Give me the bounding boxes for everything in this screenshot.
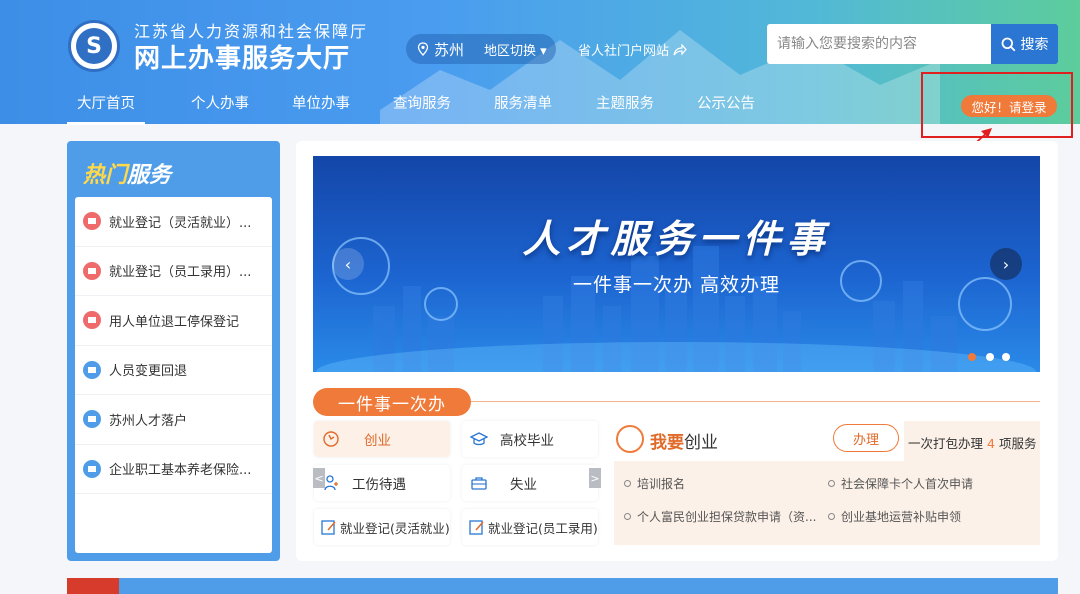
- search-icon: [1001, 37, 1015, 51]
- city-selector[interactable]: 苏州 地区切换 ▾: [406, 34, 556, 64]
- caret-down-icon: ▾: [540, 43, 547, 59]
- nav-unit[interactable]: 单位办事: [292, 92, 350, 113]
- search-input[interactable]: [767, 24, 991, 64]
- banner-carousel[interactable]: 人才服务一件事 一件事一次办 高效办理: [313, 156, 1040, 372]
- graduation-cap-icon: [470, 432, 488, 446]
- service-injury[interactable]: 工伤待遇: [314, 465, 450, 501]
- detail-item[interactable]: 创业基地运营补贴申领: [828, 508, 961, 525]
- handle-button[interactable]: 办理: [833, 424, 899, 452]
- document-icon: [83, 212, 101, 231]
- detail-item-label: 社会保障卡个人首次申请: [841, 477, 974, 491]
- hot-item[interactable]: 苏州人才落户: [75, 395, 272, 445]
- detail-item-label: 创业基地运营补贴申领: [841, 510, 962, 524]
- carousel-dot[interactable]: [1002, 353, 1010, 361]
- hot-services-title: 热门服务: [83, 157, 171, 189]
- hot-item[interactable]: 用人单位退工停保登记: [75, 296, 272, 346]
- nav-query[interactable]: 查询服务: [393, 92, 451, 113]
- hot-title-highlight: 热门: [83, 163, 128, 188]
- location-pin-icon: [417, 42, 429, 56]
- pack-count: 4: [987, 436, 995, 451]
- service-label: 失业: [510, 477, 537, 493]
- region-switch-label: 地区切换: [484, 43, 537, 59]
- portal-link-label: 省人社门户网站: [578, 44, 670, 59]
- service-employment-hire[interactable]: 就业登记(员工录用): [462, 509, 598, 545]
- service-graduate[interactable]: 高校毕业: [462, 421, 598, 457]
- detail-item[interactable]: 个人富民创业担保贷款申请（资...: [624, 508, 816, 525]
- detail-item-label: 个人富民创业担保贷款申请（资...: [637, 510, 817, 524]
- document-icon: [83, 410, 101, 429]
- briefcase-icon: [471, 477, 487, 490]
- startup-badge-icon: [616, 425, 644, 453]
- main-nav: 大厅首页 个人办事 单位办事 查询服务 服务清单 主题服务 公示公告: [0, 86, 900, 125]
- hot-item-label: 企业职工基本养老保险...: [109, 463, 252, 479]
- hot-title-rest: 服务: [127, 163, 172, 188]
- hot-item-label: 就业登记（灵活就业）...: [109, 215, 252, 231]
- service-label: 就业登记(灵活就业): [340, 520, 450, 536]
- document-icon: [83, 261, 101, 280]
- pack-text: 一次打包办理: [908, 436, 984, 451]
- detail-item-label: 培训报名: [637, 477, 686, 491]
- banner-title: 人才服务一件事: [522, 217, 831, 261]
- carousel-dot[interactable]: [968, 353, 976, 361]
- hot-item[interactable]: 就业登记（灵活就业）...: [75, 197, 272, 247]
- region-switch[interactable]: 地区切换 ▾: [484, 40, 547, 59]
- bottom-banner-accent: [67, 578, 119, 594]
- detail-item[interactable]: 培训报名: [624, 475, 685, 492]
- bottom-banner: [67, 578, 1058, 594]
- document-icon: [83, 360, 101, 379]
- service-label: 创业: [364, 433, 391, 449]
- logo-emblem: S: [76, 28, 112, 64]
- hot-item[interactable]: 就业登记（员工录用）...: [75, 247, 272, 296]
- hot-item-label: 用人单位退工停保登记: [109, 314, 240, 330]
- edit-form-icon: [469, 520, 484, 535]
- edit-form-icon: [321, 520, 336, 535]
- service-label: 高校毕业: [500, 433, 554, 449]
- scroll-right-button[interactable]: >: [589, 468, 601, 488]
- document-icon: [83, 311, 101, 330]
- hot-item[interactable]: 企业职工基本养老保险...: [75, 445, 272, 494]
- search-button-label: 搜索: [1020, 37, 1049, 53]
- nav-theme[interactable]: 主题服务: [596, 92, 654, 113]
- scroll-left-button[interactable]: <: [313, 468, 325, 488]
- current-city: 苏州: [434, 40, 465, 59]
- site-title: 网上办事服务大厅: [134, 44, 351, 74]
- detail-title-rest: 创业: [684, 433, 718, 453]
- detail-item[interactable]: 社会保障卡个人首次申请: [828, 475, 973, 492]
- search-button[interactable]: 搜索: [991, 24, 1058, 64]
- portal-link[interactable]: 省人社门户网站: [578, 40, 687, 59]
- service-employment-flex[interactable]: 就业登记(灵活就业): [314, 509, 450, 545]
- banner-next-button[interactable]: ›: [990, 248, 1022, 280]
- service-label: 工伤待遇: [352, 477, 406, 493]
- share-arrow-icon: [673, 43, 687, 56]
- detail-title: 我要创业: [650, 428, 718, 453]
- document-icon: [83, 459, 101, 478]
- header: S 江苏省人力资源和社会保障厅 网上办事服务大厅 苏州 地区切换 ▾ 省人社门户…: [0, 0, 1080, 125]
- nav-notice[interactable]: 公示公告: [697, 92, 755, 113]
- nav-service-list[interactable]: 服务清单: [494, 92, 552, 113]
- service-unemployment[interactable]: 失业: [462, 465, 598, 501]
- pack-info: 一次打包办理 4 项服务: [908, 433, 1036, 452]
- startup-icon: [323, 431, 339, 447]
- page: S 江苏省人力资源和社会保障厅 网上办事服务大厅 苏州 地区切换 ▾ 省人社门户…: [0, 0, 1080, 594]
- site-logo[interactable]: S: [68, 20, 120, 72]
- hot-item[interactable]: 人员变更回退: [75, 346, 272, 395]
- service-label: 就业登记(员工录用): [488, 520, 598, 536]
- carousel-dot[interactable]: [986, 353, 994, 361]
- banner-prev-button[interactable]: ‹: [332, 248, 364, 280]
- hot-services-list: 就业登记（灵活就业）... 就业登记（员工录用）... 用人单位退工停保登记 人…: [75, 197, 272, 553]
- hot-item-label: 就业登记（员工录用）...: [109, 265, 252, 281]
- banner-subtitle: 一件事一次办 高效办理: [572, 274, 781, 296]
- service-startup[interactable]: 创业: [314, 421, 450, 457]
- banner-background: [316, 237, 1036, 372]
- pack-suffix: 项服务: [998, 436, 1037, 451]
- hot-item-label: 人员变更回退: [109, 364, 188, 380]
- nav-home[interactable]: 大厅首页: [67, 92, 145, 125]
- hot-item-label: 苏州人才落户: [109, 413, 188, 429]
- nav-personal[interactable]: 个人办事: [191, 92, 249, 113]
- hot-services-panel: 热门服务 就业登记（灵活就业）... 就业登记（员工录用）... 用人单位退工停…: [67, 141, 280, 561]
- detail-title-highlight: 我要: [650, 433, 684, 453]
- section-tag: 一件事一次办: [313, 388, 471, 416]
